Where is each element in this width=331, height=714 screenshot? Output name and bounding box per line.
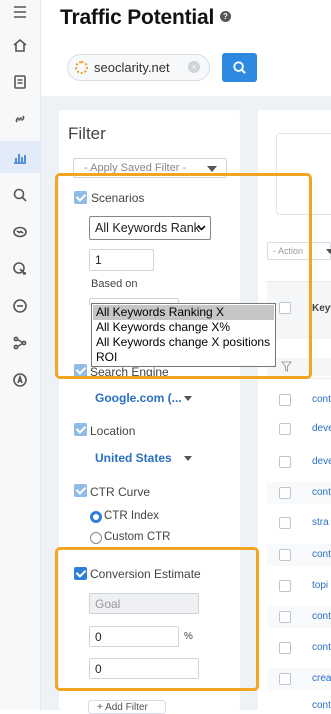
keyword-cell[interactable]: cont <box>312 700 331 711</box>
domain-favicon-icon <box>75 61 88 74</box>
table-row[interactable]: deve <box>267 418 331 440</box>
table-row[interactable]: cont <box>267 637 331 659</box>
ctr-index-label[interactable]: CTR Index <box>104 510 159 522</box>
keyword-cell[interactable]: crea <box>312 673 331 684</box>
row-checkbox[interactable] <box>279 423 291 435</box>
location-label: Location <box>90 424 136 438</box>
row-checkbox[interactable] <box>279 549 291 561</box>
table-row[interactable]: cont <box>267 606 331 628</box>
table-row[interactable]: crea <box>267 668 331 690</box>
domain-name: seoclarity.net <box>94 60 170 75</box>
ctr-curve-label: CTR Curve <box>90 485 151 499</box>
row-checkbox[interactable] <box>279 394 291 406</box>
location-value[interactable]: United States <box>95 451 172 465</box>
ctr-curve-checkbox[interactable] <box>74 484 87 497</box>
keyword-cell[interactable]: cont <box>312 611 331 622</box>
chevron-down-icon[interactable] <box>184 456 192 461</box>
add-filter-button[interactable]: + Add Filter <box>88 700 166 714</box>
highlight-scenarios <box>55 173 312 379</box>
custom-ctr-label[interactable]: Custom CTR <box>104 531 170 543</box>
row-checkbox[interactable] <box>279 642 291 654</box>
search-button[interactable] <box>222 53 257 82</box>
search-icon <box>233 61 246 74</box>
row-checkbox[interactable] <box>279 673 291 685</box>
help-icon[interactable]: ? <box>220 11 231 22</box>
target-click-icon[interactable] <box>10 259 30 279</box>
left-nav-rail <box>0 0 41 710</box>
keyword-cell[interactable]: deve <box>312 423 331 434</box>
page-title: Traffic Potential <box>60 6 215 29</box>
keyword-cell[interactable]: cont <box>312 394 331 405</box>
table-row[interactable]: deve <box>267 451 331 473</box>
table-row[interactable]: cont <box>267 482 331 504</box>
row-checkbox[interactable] <box>279 580 291 592</box>
custom-ctr-radio[interactable] <box>90 532 102 544</box>
table-row[interactable]: stra <box>267 512 331 534</box>
row-checkbox[interactable] <box>279 487 291 499</box>
ai-assistant-icon[interactable] <box>10 370 30 390</box>
row-checkbox[interactable] <box>279 611 291 623</box>
menu-icon[interactable] <box>10 2 30 22</box>
table-row[interactable]: cont <box>267 389 331 411</box>
column-header-keyword[interactable]: Keyw <box>312 303 331 314</box>
keyword-cell[interactable]: stra <box>312 517 329 528</box>
report-icon[interactable] <box>10 72 30 92</box>
highlight-conversion <box>55 547 259 691</box>
table-row[interactable]: cont <box>267 544 331 566</box>
filter-title: Filter <box>68 124 106 143</box>
keyword-cell[interactable]: cont <box>312 642 331 653</box>
brain-icon[interactable] <box>10 222 30 242</box>
table-rows: cont deve deve cont stra cont topi cont … <box>267 378 331 711</box>
chevron-down-icon <box>326 249 331 254</box>
chevron-down-icon <box>207 166 217 172</box>
table-row[interactable]: topi <box>267 575 331 597</box>
search-engine-value[interactable]: Google.com (... <box>95 391 182 405</box>
clear-domain-icon[interactable]: × <box>188 61 200 73</box>
domain-selector[interactable]: seoclarity.net × <box>67 54 210 81</box>
rail-item-traffic-potential[interactable] <box>0 141 41 173</box>
360-icon[interactable] <box>10 296 30 316</box>
keyword-cell[interactable]: topi <box>312 580 328 591</box>
row-checkbox[interactable] <box>279 456 291 468</box>
keyword-cell[interactable]: cont <box>312 487 331 498</box>
workflow-icon[interactable] <box>10 333 30 353</box>
link-icon[interactable] <box>10 109 30 129</box>
table-row[interactable]: cont <box>267 698 331 711</box>
keyword-cell[interactable]: cont <box>312 549 331 560</box>
chevron-down-icon[interactable] <box>184 396 192 401</box>
ctr-index-radio[interactable] <box>90 511 102 523</box>
keyword-cell[interactable]: deve <box>312 456 331 467</box>
location-checkbox[interactable] <box>74 423 87 436</box>
search-icon[interactable] <box>10 185 30 205</box>
bar-chart-icon <box>10 147 30 167</box>
home-icon[interactable] <box>10 35 30 55</box>
row-checkbox[interactable] <box>279 517 291 529</box>
